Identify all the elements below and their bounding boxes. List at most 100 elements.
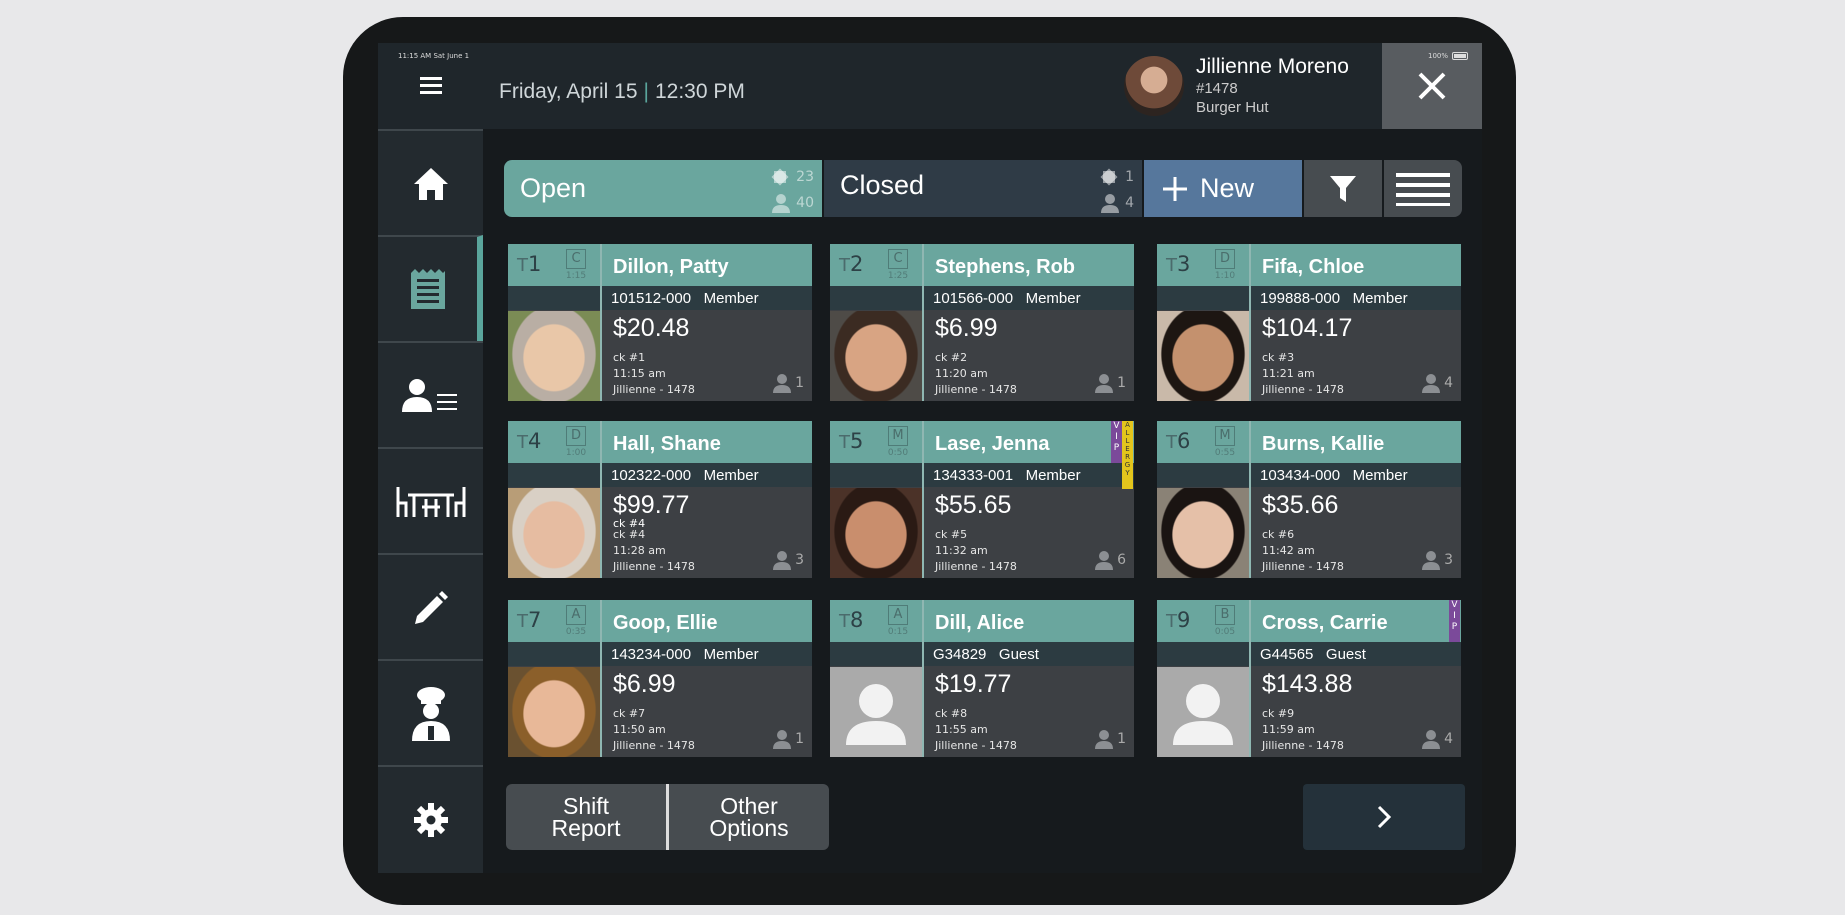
check-number: ck #8	[935, 707, 968, 720]
guest-name: Fifa, Chloe	[1262, 256, 1365, 278]
card-divider	[600, 600, 602, 757]
sidebar-item-kitchen[interactable]	[378, 659, 483, 767]
check-number: ck #2	[935, 351, 968, 364]
guest-icon	[1095, 551, 1114, 570]
check-card[interactable]: T9 B 0:05 Cross, Carrie G44565 Guest $14…	[1157, 600, 1461, 757]
table-number: T3	[1166, 252, 1190, 276]
guest-count-icon	[1101, 194, 1120, 213]
check-card[interactable]: T1 C 1:15 Dillon, Patty 101512-000 Membe…	[508, 244, 812, 401]
account-type: Member	[1352, 467, 1408, 484]
person-placeholder-icon	[1173, 684, 1233, 745]
guest-count: 1	[1095, 729, 1126, 749]
account-number: 143234-000	[611, 646, 692, 663]
vip-label: VIP	[1451, 600, 1458, 632]
table-num: 3	[1177, 252, 1191, 276]
tab-open[interactable]: Open 23 40	[504, 160, 822, 217]
section-badge: A	[888, 605, 908, 625]
section-badge: D	[1215, 249, 1235, 269]
customer-list-icon	[401, 379, 457, 412]
guest-photo	[508, 667, 600, 757]
status-bar: 11:15 AM Sat June 1 100%	[378, 43, 1482, 60]
table-number: T8	[839, 608, 863, 632]
guest-name: Cross, Carrie	[1262, 612, 1388, 634]
account-type: Guest	[998, 646, 1039, 663]
tab-closed-label: Closed	[840, 170, 925, 200]
table-num: 7	[528, 608, 542, 632]
server-name: Jillienne - 1478	[613, 383, 695, 396]
sidebar-item-edit[interactable]	[378, 553, 483, 661]
check-card[interactable]: T2 C 1:25 Stephens, Rob 101566-000 Membe…	[830, 244, 1134, 401]
guest-count: 4	[1422, 729, 1453, 749]
check-amount: $35.66	[1262, 491, 1339, 519]
plus-icon	[1163, 176, 1187, 201]
guest-icon	[773, 730, 792, 749]
check-card[interactable]: T7 A 0:35 Goop, Ellie 143234-000 Member …	[508, 600, 812, 757]
check-card[interactable]: T3 D 1:10 Fifa, Chloe 199888-000 Member …	[1157, 244, 1461, 401]
account-type: Guest	[1325, 646, 1366, 663]
user-id: #1478	[1196, 80, 1238, 97]
battery-percent: 100%	[1427, 52, 1448, 60]
check-meta: ck #1 11:15 am Jillienne - 1478	[613, 350, 695, 398]
sidebar-item-tables[interactable]	[378, 447, 483, 555]
check-time: 11:20 am	[935, 367, 988, 380]
guest-icon	[773, 374, 792, 393]
table-num: 2	[850, 252, 864, 276]
card-divider	[600, 421, 602, 578]
section-badge: B	[1215, 605, 1235, 625]
vip-label: VIP	[1113, 421, 1120, 453]
time-label: 12:30 PM	[654, 80, 745, 103]
check-card[interactable]: T6 M 0:55 Burns, Kallie 103434-000 Membe…	[1157, 421, 1461, 578]
guest-photo	[1157, 488, 1249, 578]
table-count-icon	[771, 168, 789, 186]
guest-count-icon	[772, 194, 791, 213]
check-time: 11:28 am	[613, 544, 666, 557]
sidebar	[378, 129, 483, 873]
account-number: 199888-000	[1260, 290, 1341, 307]
sidebar-item-customers[interactable]	[378, 341, 483, 449]
sidebar-item-home[interactable]	[378, 129, 483, 237]
account-info: 143234-000 Member	[611, 646, 759, 663]
check-number: ck #5	[935, 528, 968, 541]
check-meta: ck #8 11:55 am Jillienne - 1478	[935, 706, 1017, 754]
filter-button[interactable]	[1304, 160, 1382, 217]
check-time: 11:32 am	[935, 544, 988, 557]
other-options-button[interactable]: Other Options	[669, 784, 829, 850]
home-icon	[413, 168, 448, 200]
account-type: Member	[1352, 290, 1408, 307]
table-prefix: T	[517, 255, 528, 276]
elapsed-timer: 0:50	[887, 448, 909, 458]
sidebar-item-checks[interactable]	[378, 235, 483, 343]
battery-icon	[1452, 52, 1468, 60]
tab-closed[interactable]: Closed 1 4	[824, 160, 1142, 217]
open-table-count: 23	[796, 169, 814, 185]
guest-count-value: 4	[1444, 375, 1453, 391]
guest-icon	[1422, 551, 1441, 570]
check-card[interactable]: T5 M 0:50 Lase, Jenna 134333-001 Member …	[830, 421, 1134, 578]
user-profile[interactable]: Jillienne Moreno #1478 Burger Hut	[1124, 55, 1349, 117]
check-amount: $6.99	[935, 314, 998, 342]
allergy-label: ALLERGY	[1124, 421, 1131, 477]
check-time: 11:21 am	[1262, 367, 1315, 380]
check-meta: ck #4 11:28 am Jillienne - 1478	[613, 527, 695, 575]
shift-report-button[interactable]: Shift Report	[506, 784, 666, 850]
account-info: 102322-000 Member	[611, 467, 759, 484]
guest-name: Dill, Alice	[935, 612, 1025, 634]
list-view-button[interactable]	[1384, 160, 1462, 217]
open-guest-count: 40	[796, 195, 814, 211]
next-page-button[interactable]	[1303, 784, 1465, 850]
elapsed-timer: 0:55	[1214, 448, 1236, 458]
new-check-button[interactable]: New	[1144, 160, 1302, 217]
guest-icon	[773, 551, 792, 570]
check-card[interactable]: T8 A 0:15 Dill, Alice G34829 Guest $19.7…	[830, 600, 1134, 757]
check-meta: ck #7 11:50 am Jillienne - 1478	[613, 706, 695, 754]
filter-icon	[1330, 175, 1356, 202]
guest-count-value: 1	[795, 731, 804, 747]
table-num: 5	[850, 429, 864, 453]
check-number: ck #3	[1262, 351, 1295, 364]
sidebar-item-settings[interactable]	[378, 765, 483, 873]
check-card[interactable]: T4 D 1:00 Hall, Shane 102322-000 Member …	[508, 421, 812, 578]
receipt-icon	[410, 269, 445, 309]
date-separator: |	[643, 80, 649, 103]
account-info: G44565 Guest	[1260, 646, 1366, 663]
card-divider	[922, 421, 924, 578]
